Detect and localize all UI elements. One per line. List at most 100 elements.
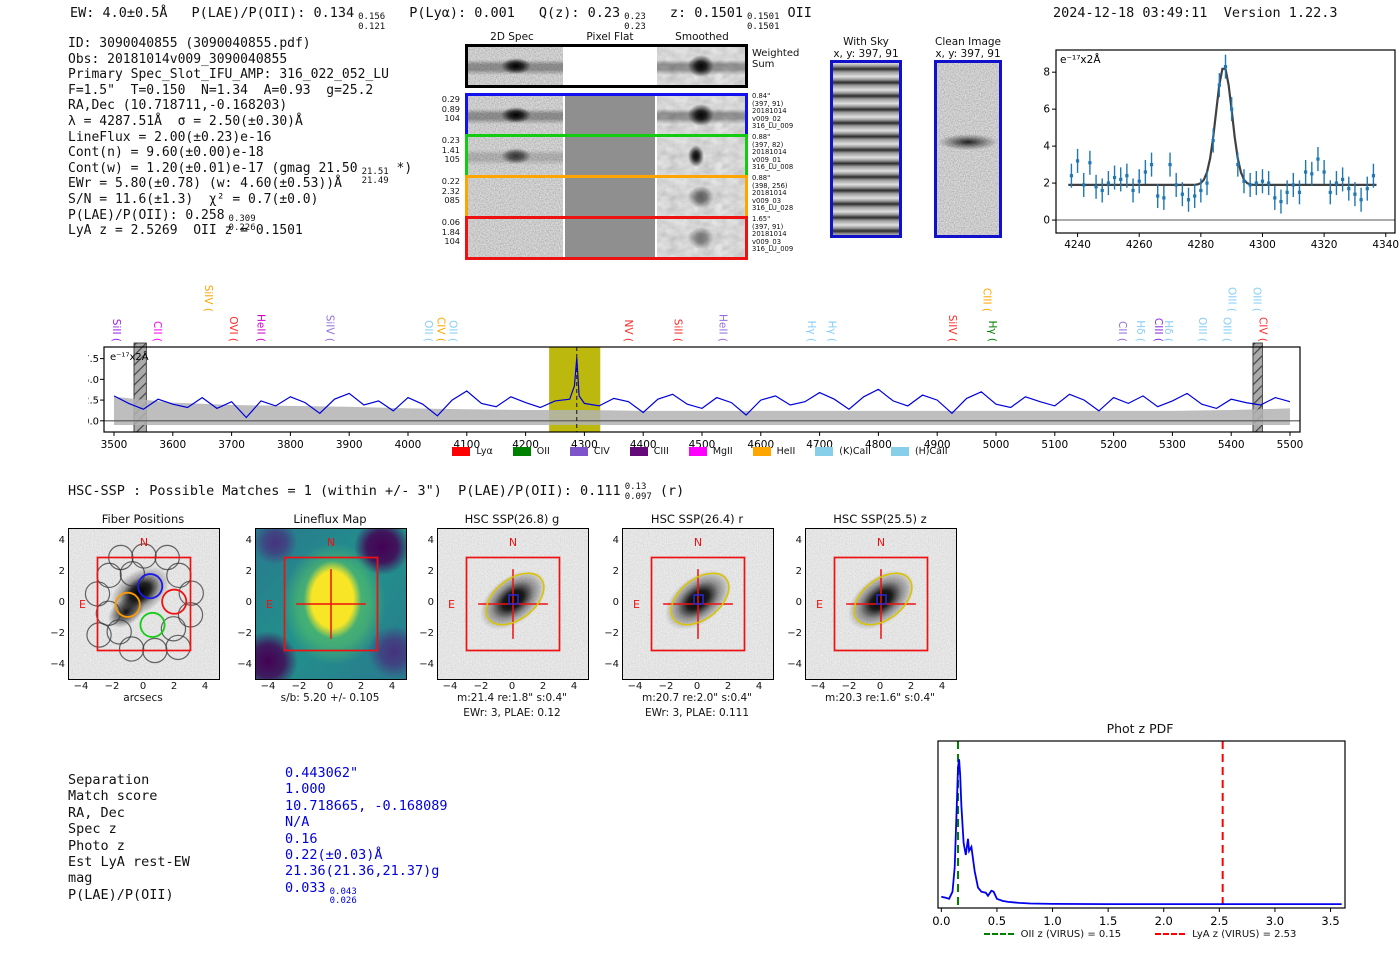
mag-size-label: m:20.7 re:2.0" s:0.4" [590, 692, 804, 704]
dashed-line-sample [1155, 933, 1185, 935]
fiber-id-labels: 1.65"(397, 91)20181014v009_03316_LU_009 [752, 216, 793, 254]
x-tick-label: −4 [443, 681, 458, 692]
svg-text:4280: 4280 [1187, 239, 1214, 250]
legend-swatch [452, 447, 470, 456]
svg-text:4300: 4300 [1249, 239, 1276, 250]
y-tick-label: −4 [415, 659, 434, 670]
svg-text:3.0: 3.0 [1266, 914, 1284, 928]
x-tick-label: −4 [74, 681, 89, 692]
x-tick-label: −4 [628, 681, 643, 692]
svg-text:HeII (: HeII ( [717, 314, 729, 342]
info-line: Primary Spec_Slot_IFU_AMP: 316_022_052_L… [68, 67, 412, 83]
hsc-match-summary: HSC-SSP : Possible Matches = 1 (within +… [68, 483, 684, 502]
2dspec-image [468, 47, 563, 85]
legend-item: MgII [689, 446, 733, 457]
svg-text:E: E [448, 598, 455, 611]
z-value: z: 0.15010.15010.1501OII [670, 5, 812, 32]
x-tick-label: 0 [327, 681, 333, 692]
y-tick-label: 4 [233, 535, 252, 546]
info-line: ID: 3090040855 (3090040855.pdf) [68, 36, 412, 52]
cutout-title: HSC SSP(26.8) g [437, 512, 587, 526]
x-tick-label: 4 [389, 681, 395, 692]
svg-text:OII (: OII ( [422, 320, 434, 342]
fiber-weight-labels: 0.222.32085 [440, 177, 460, 206]
x-tick-label: 4 [756, 681, 762, 692]
svg-text:N: N [327, 536, 335, 549]
y-tick-label: −4 [600, 659, 619, 670]
svg-text:3.5: 3.5 [1321, 914, 1339, 928]
pixelflat-image [565, 47, 655, 85]
y-tick-label: −2 [600, 628, 619, 639]
y-tick-label: 2 [46, 566, 65, 577]
legend-item: Lyα [452, 446, 492, 457]
x-tick-label: −2 [292, 681, 307, 692]
dashed-line-sample [984, 933, 1014, 935]
plae-poii-value: P(LAE)/P(OII): 0.1340.1560.121 [192, 5, 386, 32]
svg-text:E: E [816, 598, 823, 611]
photz-pdf-chart: 0.00.51.01.52.02.53.03.5 [930, 736, 1350, 932]
svg-text:CIV (: CIV ( [434, 317, 446, 342]
svg-text:OII (: OII ( [447, 320, 459, 342]
weighted-sum-label: Weighted Sum [752, 48, 808, 70]
svg-text:HeII (: HeII ( [254, 314, 266, 342]
y-tick-label: 0 [46, 597, 65, 608]
fiber-2d-row [465, 134, 748, 178]
fiber-2d-row [465, 93, 748, 137]
fiber-weight-labels: 0.290.89104 [440, 95, 460, 124]
legend-item: (K)CaII [815, 446, 871, 457]
cutout-title: HSC SSP(25.5) z [805, 512, 955, 526]
svg-text:e⁻¹⁷x2Å: e⁻¹⁷x2Å [1060, 53, 1101, 66]
x-tick-label: 4 [202, 681, 208, 692]
x-tick-label: 2 [358, 681, 364, 692]
svg-text:4320: 4320 [1311, 239, 1338, 250]
fiber-weight-labels: 0.061.84104 [440, 218, 460, 247]
svg-text:Hδ (: Hδ ( [1134, 320, 1146, 342]
svg-text:2.0: 2.0 [1155, 914, 1173, 928]
svg-text:SiIV (: SiIV ( [323, 315, 335, 342]
legend-swatch [630, 447, 648, 456]
fiber-2d-row [465, 216, 748, 260]
svg-text:e⁻¹⁷x2Å: e⁻¹⁷x2Å [110, 350, 149, 363]
x-tick-label: −2 [659, 681, 674, 692]
svg-text:4260: 4260 [1126, 239, 1153, 250]
svg-text:2: 2 [1043, 178, 1050, 190]
x-tick-label: −2 [842, 681, 857, 692]
clean-image-header: Clean Imagex, y: 397, 91 [928, 36, 1008, 60]
cutout-title: Lineflux Map [255, 512, 405, 526]
x-tick-label: 2 [540, 681, 546, 692]
elixer-report-page: EW: 4.0±0.5Å P(LAE)/P(OII): 0.1340.1560.… [0, 0, 1400, 953]
legend-swatch [753, 447, 771, 456]
svg-text:Hγ (: Hγ ( [825, 320, 837, 342]
plya-value: P(Lyα): 0.001 [409, 5, 515, 21]
y-tick-label: 0 [783, 597, 802, 608]
emission-line-chart: 42404260428043004320434002468e⁻¹⁷x2Å [1030, 45, 1400, 250]
x-tick-label: −4 [811, 681, 826, 692]
x-tick-label: 0 [140, 681, 146, 692]
column-header-2dspec: 2D Spec [464, 31, 560, 43]
x-tick-label: −4 [261, 681, 276, 692]
svg-text:OIII (: OIII ( [1225, 287, 1237, 312]
spectrum-line-legend: LyαOIICIVCIIIMgIIHeII(K)CaII(H)CaII [0, 446, 1400, 457]
full-spectrum-chart: 3500360037003800390040004100420043004400… [88, 262, 1310, 462]
svg-text:0.5: 0.5 [988, 914, 1006, 928]
x-tick-label: 2 [171, 681, 177, 692]
y-tick-label: 2 [233, 566, 252, 577]
photz-legend-item: LyA z (VIRUS) = 2.53 [1155, 929, 1296, 940]
cutout-hsc-r: HSC SSP(26.4) r NE m:20.7 re:2.0" s:0.4"… [600, 512, 776, 724]
y-tick-label: 0 [600, 597, 619, 608]
svg-text:E: E [79, 598, 86, 611]
svg-text:OIII (: OIII ( [1221, 317, 1233, 342]
ewr-plae-label: EWr: 3, PLAE: 0.111 [590, 707, 804, 719]
info-line: EWr = 5.80(±0.78) (w: 4.60(±0.53))Å [68, 176, 412, 192]
svg-text:4: 4 [1043, 141, 1050, 153]
x-tick-label: 0 [509, 681, 515, 692]
y-tick-label: 0 [233, 597, 252, 608]
legend-swatch [570, 447, 588, 456]
y-tick-label: 4 [415, 535, 434, 546]
smoothed-image [657, 47, 745, 85]
x-tick-label: 2 [908, 681, 914, 692]
column-header-pixelflat: Pixel Flat [562, 31, 658, 43]
legend-item: CIV [570, 446, 610, 457]
y-tick-label: 2 [415, 566, 434, 577]
svg-text:0: 0 [1043, 215, 1050, 227]
